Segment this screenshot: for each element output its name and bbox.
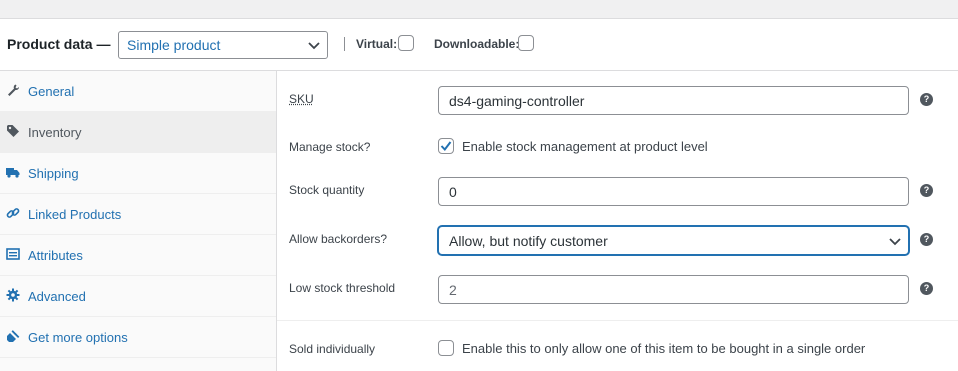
allow-backorders-value: Allow, but notify customer	[449, 233, 608, 249]
manage-stock-label: Manage stock?	[289, 140, 371, 154]
tag-icon	[7, 125, 19, 137]
tab-label: General	[28, 84, 75, 99]
tab-attributes[interactable]: Attributes	[0, 235, 276, 276]
sku-label: SKU	[289, 92, 314, 106]
tab-general[interactable]: General	[0, 71, 276, 112]
plugin-icon	[7, 330, 20, 342]
help-icon[interactable]: ?	[920, 282, 933, 295]
checkmark-icon	[440, 141, 452, 152]
top-strip	[0, 0, 958, 19]
product-data-tabs: General Inventory Shipping Linked Produc…	[0, 71, 277, 371]
chevron-down-icon	[308, 42, 320, 50]
virtual-checkbox[interactable]	[398, 35, 414, 51]
manage-stock-checkbox-label[interactable]: Enable stock management at product level	[462, 139, 708, 154]
help-icon[interactable]: ?	[920, 184, 933, 197]
manage-stock-checkbox[interactable]	[438, 138, 454, 154]
inventory-panel: SKU ds4-gaming-controller ? Manage stock…	[277, 71, 958, 371]
sold-individually-label: Sold individually	[289, 342, 376, 356]
tab-get-more-options[interactable]: Get more options	[0, 317, 276, 358]
tab-inventory[interactable]: Inventory	[0, 112, 276, 153]
sold-individually-checkbox-label[interactable]: Enable this to only allow one of this it…	[462, 341, 865, 356]
low-stock-threshold-label: Low stock threshold	[289, 281, 396, 295]
product-type-select[interactable]: Simple product	[118, 31, 328, 59]
chevron-down-icon	[889, 238, 901, 246]
downloadable-checkbox[interactable]	[518, 35, 534, 51]
downloadable-label: Downloadable:	[434, 37, 520, 51]
low-stock-threshold-input[interactable]: 2	[438, 275, 909, 304]
stock-quantity-input[interactable]: 0	[438, 177, 909, 206]
sold-individually-checkbox[interactable]	[438, 340, 454, 356]
link-icon	[6, 208, 20, 218]
allow-backorders-select[interactable]: Allow, but notify customer	[438, 226, 909, 255]
help-icon[interactable]: ?	[920, 93, 933, 106]
tab-label: Inventory	[28, 125, 82, 140]
allow-backorders-label: Allow backorders?	[289, 232, 388, 246]
section-divider	[277, 320, 958, 321]
tab-label: Get more options	[28, 330, 128, 345]
product-type-value: Simple product	[127, 37, 221, 53]
tab-linked-products[interactable]: Linked Products	[0, 194, 276, 235]
help-icon[interactable]: ?	[920, 233, 933, 246]
tab-label: Linked Products	[28, 207, 122, 222]
tab-shipping[interactable]: Shipping	[0, 153, 276, 194]
wrench-icon	[8, 84, 20, 96]
tab-label: Shipping	[28, 166, 79, 181]
product-data-header: Product data — Simple product Virtual: D…	[0, 19, 958, 71]
gear-icon	[6, 288, 20, 302]
product-data-title: Product data —	[7, 36, 111, 52]
truck-icon	[6, 168, 20, 178]
tab-label: Advanced	[28, 289, 86, 304]
tab-advanced[interactable]: Advanced	[0, 276, 276, 317]
header-separator	[344, 37, 345, 51]
tab-label: Attributes	[28, 248, 83, 263]
stock-quantity-label: Stock quantity	[289, 183, 365, 197]
virtual-label: Virtual:	[356, 37, 398, 51]
sku-input[interactable]: ds4-gaming-controller	[438, 86, 909, 115]
list-icon	[6, 248, 20, 260]
